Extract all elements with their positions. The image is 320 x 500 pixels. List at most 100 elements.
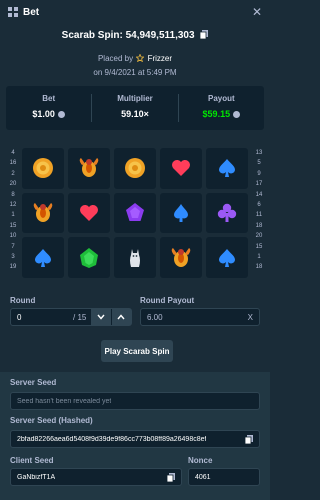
heart-icon <box>172 160 190 177</box>
paylines-right: 13 5 9 17 14 6 11 18 20 15 1 18 <box>254 148 264 273</box>
round-payout-label: Round Payout <box>140 296 195 305</box>
reel-cell <box>68 148 110 189</box>
multiplier-suffix: X <box>247 312 253 322</box>
reel-cell <box>160 237 202 278</box>
payline-number: 8 <box>11 191 15 198</box>
payline-number: 1 <box>257 254 261 261</box>
client-seed-label: Client Seed <box>10 456 54 465</box>
player-name[interactable]: Frizzer <box>148 54 172 63</box>
nonce-value: 4061 <box>195 473 211 481</box>
bet-stats-panel: Bet $1.00 Multiplier 59.10× Payout $59.1… <box>6 86 264 130</box>
scarab-icon <box>33 202 53 222</box>
pentagon-icon <box>126 202 144 221</box>
payline-number: 18 <box>255 222 263 229</box>
payline-number: 16 <box>9 160 17 167</box>
payline-number: 18 <box>255 264 263 271</box>
slot-reels <box>22 148 248 278</box>
coin-icon <box>33 158 53 179</box>
stat-bet: Bet $1.00 <box>6 86 91 130</box>
paylines-left: 4 16 2 20 8 12 1 15 10 7 3 19 <box>8 148 18 273</box>
reel-cell <box>22 148 64 189</box>
reel-grid <box>22 148 248 278</box>
payline-number: 15 <box>255 243 263 250</box>
payline-number: 5 <box>257 160 261 167</box>
spin-title: Scarab Spin: 54,949,511,303 <box>0 30 270 41</box>
scarab-icon <box>79 158 99 178</box>
placed-by: Placed by Frizzer <box>0 54 270 63</box>
currency-icon <box>57 111 65 118</box>
reel-cell <box>114 237 156 278</box>
copy-icon[interactable] <box>245 434 253 444</box>
server-seed-hashed-field[interactable]: 2bfad82266aea6d5408f9d39de9f86cc773b08ff… <box>10 430 260 448</box>
scarab-icon <box>171 247 191 267</box>
star-icon <box>136 54 145 62</box>
payline-number: 20 <box>9 181 17 188</box>
stat-label: Payout <box>207 94 235 103</box>
currency-icon <box>233 111 241 118</box>
nonce-label: Nonce <box>188 456 213 465</box>
chevron-up-icon <box>117 314 125 320</box>
round-up-button[interactable] <box>111 309 131 325</box>
payline-number: 17 <box>255 181 263 188</box>
spade-icon <box>219 159 235 178</box>
spade-icon <box>219 248 235 267</box>
diamond-icon <box>174 203 188 222</box>
payline-number: 7 <box>11 243 15 250</box>
payline-number: 20 <box>255 233 263 240</box>
reel-cell <box>22 192 64 234</box>
chevron-down-icon <box>97 314 105 320</box>
spade-icon <box>35 248 51 267</box>
payline-number: 1 <box>11 212 15 219</box>
stat-value: $59.15 <box>179 109 264 119</box>
close-icon[interactable]: ✕ <box>252 5 262 19</box>
reel-cell <box>160 148 202 189</box>
modal-header: Bet ✕ <box>0 0 270 24</box>
payline-number: 2 <box>11 170 15 177</box>
placed-prefix: Placed by <box>97 54 134 63</box>
stat-value: $1.00 <box>6 109 91 119</box>
stat-value: 59.10× <box>121 109 149 119</box>
club-icon <box>217 203 237 222</box>
coin-icon <box>125 158 145 179</box>
round-total: / 15 <box>73 312 87 322</box>
reel-cell <box>206 148 248 189</box>
heart-icon <box>80 204 98 221</box>
payline-number: 14 <box>255 191 263 198</box>
server-seed-hashed-value: 2bfad82266aea6d5408f9d39de9f86cc773b08ff… <box>17 435 207 443</box>
payline-number: 19 <box>9 264 17 271</box>
reel-cell <box>22 237 64 278</box>
cat-icon <box>130 248 140 267</box>
reel-cell <box>68 237 110 278</box>
server-seed-label: Server Seed <box>10 378 57 387</box>
payline-number: 10 <box>9 233 17 240</box>
stat-label: Multiplier <box>117 94 153 103</box>
server-seed-hashed-label: Server Seed (Hashed) <box>10 416 93 425</box>
copy-icon[interactable] <box>167 472 175 482</box>
nonce-field[interactable]: 4061 <box>188 468 260 486</box>
bet-grid-icon <box>8 7 18 17</box>
play-scarab-spin-button[interactable]: Play Scarab Spin <box>101 340 173 362</box>
client-seed-value: GaNbizfT1A <box>17 473 56 481</box>
round-input[interactable]: 0 / 15 <box>10 308 132 326</box>
spin-title-text: Scarab Spin: 54,949,511,303 <box>61 30 195 41</box>
payline-number: 12 <box>9 202 17 209</box>
payline-number: 13 <box>255 150 263 156</box>
payline-number: 15 <box>9 222 17 229</box>
payline-number: 11 <box>255 212 263 219</box>
client-seed-field[interactable]: GaNbizfT1A <box>10 468 182 486</box>
reel-cell <box>114 148 156 189</box>
modal-title: Bet <box>23 6 40 18</box>
round-down-button[interactable] <box>91 309 111 325</box>
bet-date: on 9/4/2021 at 5:49 PM <box>93 68 177 77</box>
reel-cell <box>206 192 248 234</box>
copy-icon[interactable] <box>200 30 209 39</box>
round-payout-value: 6.00 <box>147 312 163 322</box>
reel-cell <box>68 192 110 234</box>
stat-payout: Payout $59.15 <box>179 86 264 130</box>
payline-number: 4 <box>11 150 15 156</box>
round-current[interactable]: 0 <box>11 313 73 322</box>
reel-cell <box>160 192 202 234</box>
reel-cell <box>114 192 156 234</box>
server-seed-placeholder: Seed hasn't been revealed yet <box>17 397 112 405</box>
payline-number: 9 <box>257 170 261 177</box>
